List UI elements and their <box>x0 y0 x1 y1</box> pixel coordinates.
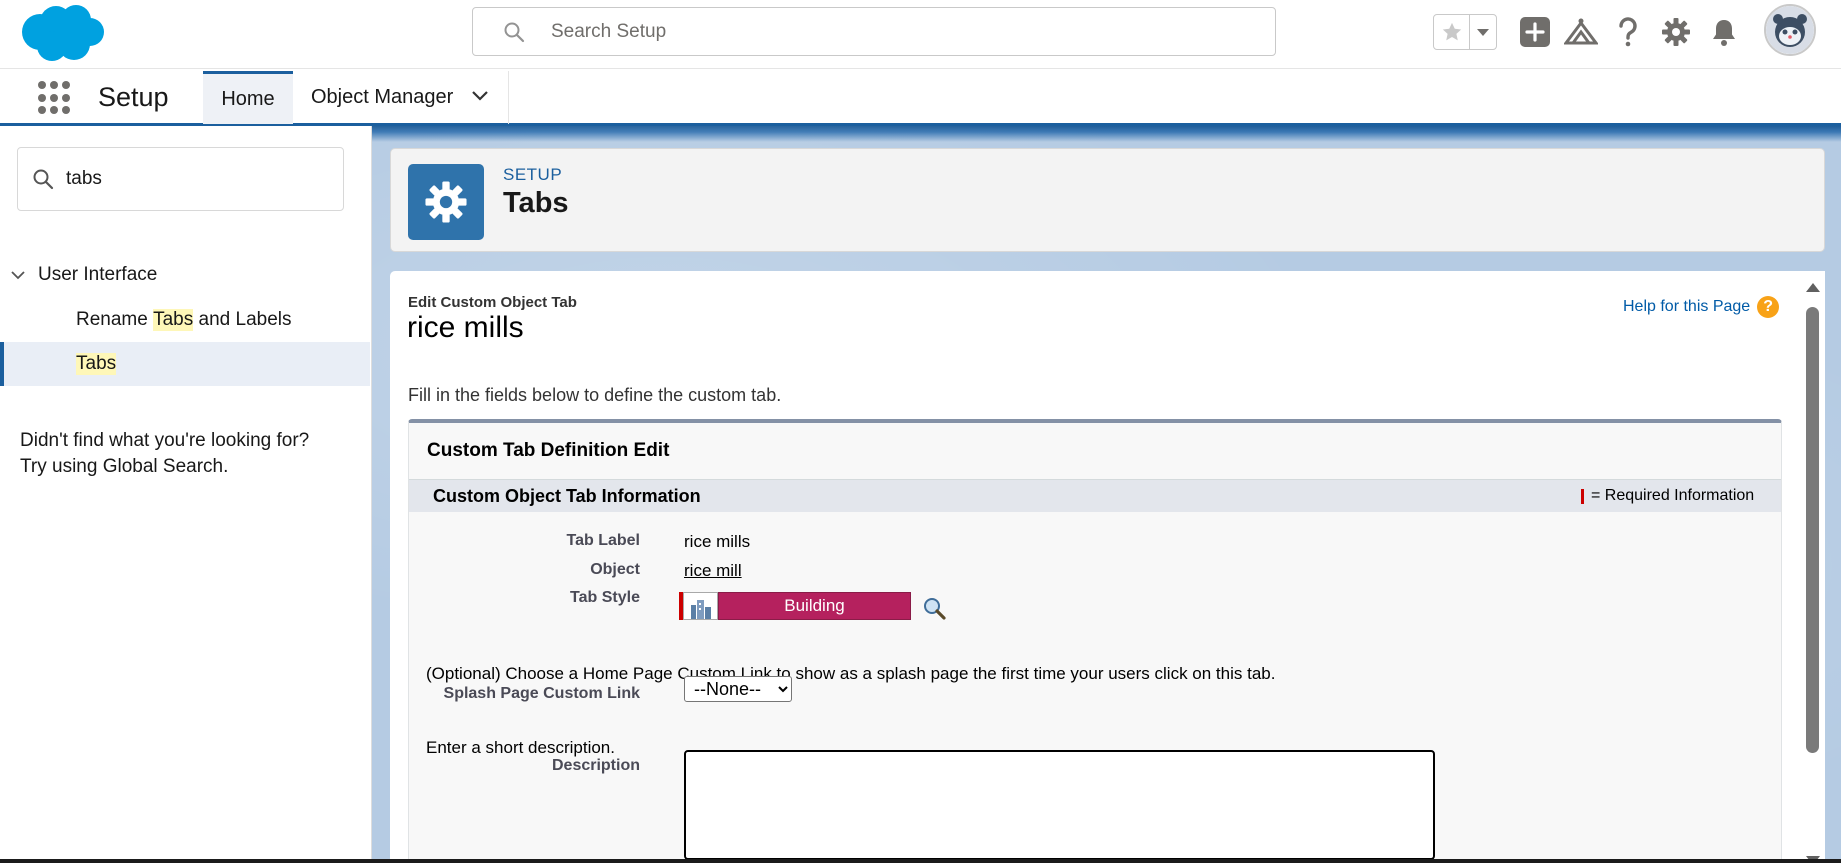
page-title: Tabs <box>503 187 569 219</box>
required-legend: = Required Information <box>1581 487 1754 505</box>
tab-home[interactable]: Home <box>203 71 293 124</box>
help-link-label: Help for this Page <box>1623 298 1751 315</box>
page-header: SETUP Tabs <box>390 148 1825 252</box>
app-launcher-icon[interactable] <box>38 81 72 115</box>
setup-gear-icon[interactable] <box>1658 14 1694 50</box>
custom-tab-definition-edit: Custom Tab Definition Edit Custom Object… <box>408 419 1782 859</box>
building-icon <box>683 592 718 620</box>
content-scrollbar[interactable] <box>1801 271 1825 859</box>
search-icon <box>504 22 525 43</box>
search-icon <box>33 169 54 190</box>
tab-style-name: Building <box>718 592 911 620</box>
question-mark-icon[interactable]: ? <box>1757 296 1780 318</box>
description-textarea[interactable] <box>684 750 1435 859</box>
block-title: Custom Tab Definition Edit <box>427 440 670 461</box>
tab-style-selector[interactable]: Building <box>679 592 911 620</box>
help-icon[interactable] <box>1610 14 1646 50</box>
description-prompt: Enter a short description. <box>426 738 615 757</box>
tab-style-label: Tab Style <box>570 589 640 606</box>
sidebar-item-rename-tabs-and-labels[interactable]: Rename Tabs and Labels <box>0 298 370 342</box>
object-link[interactable]: rice mill <box>684 561 742 581</box>
splash-optional-text: (Optional) Choose a Home Page Custom Lin… <box>426 664 1276 683</box>
app-name: Setup <box>98 82 169 112</box>
lookup-magnifier-icon[interactable] <box>921 596 947 620</box>
user-avatar[interactable] <box>1764 4 1816 56</box>
favorites-group <box>1433 14 1497 50</box>
section-header: Custom Object Tab Information = Required… <box>409 479 1781 512</box>
object-label: Object <box>590 561 640 578</box>
breadcrumb: SETUP <box>503 165 563 184</box>
sidebar-item-label-post: and Labels <box>193 309 292 330</box>
tab-object-manager-label: Object Manager <box>311 86 454 108</box>
sidebar-item-tabs[interactable]: Tabs <box>0 342 370 386</box>
quick-find-box[interactable] <box>17 147 344 211</box>
tree-node-label: User Interface <box>38 264 158 285</box>
quick-find-input[interactable] <box>66 166 326 192</box>
setup-gear-icon <box>408 164 484 240</box>
description-label: Description <box>551 757 640 774</box>
splash-page-select[interactable]: --None-- <box>684 676 792 702</box>
section-title: Custom Object Tab Information <box>433 486 701 506</box>
chevron-down-icon <box>11 271 25 280</box>
chevron-down-icon[interactable] <box>471 87 489 105</box>
help-line-2: Try using Global Search. <box>20 456 229 477</box>
setup-search-input[interactable] <box>551 18 1251 46</box>
global-actions-icon[interactable] <box>1517 14 1553 50</box>
scroll-up-arrow-icon[interactable] <box>1806 283 1820 292</box>
help-for-this-page-link[interactable]: Help for this Page ? <box>1623 296 1780 318</box>
salesforce-logo[interactable] <box>18 2 106 64</box>
tree-node-user-interface[interactable]: User Interface <box>10 264 157 286</box>
search-highlight: Tabs <box>153 309 194 331</box>
screen-bottom-edge <box>0 859 1841 863</box>
required-marker <box>1581 488 1584 504</box>
notifications-bell-icon[interactable] <box>1706 14 1742 50</box>
splash-page-label: Splash Page Custom Link <box>443 685 640 702</box>
required-legend-text: = Required Information <box>1591 487 1755 504</box>
tab-object-manager[interactable]: Object Manager <box>293 71 509 124</box>
favorites-star-icon[interactable] <box>1434 15 1470 49</box>
search-highlight: Tabs <box>76 353 117 375</box>
help-line-1: Didn't find what you're looking for? <box>20 430 310 451</box>
main-content: SETUP Tabs Edit Custom Object Tab rice m… <box>372 126 1841 859</box>
scroll-thumb[interactable] <box>1806 307 1819 753</box>
context-bar: Setup Home Object Manager <box>0 68 1841 126</box>
global-header <box>0 0 1841 68</box>
tab-label-value: rice mills <box>684 532 751 551</box>
sidebar-item-label-pre: Rename <box>76 309 154 330</box>
not-found-help-message: Didn't find what you're looking for? Try… <box>20 428 360 480</box>
tab-label-label: Tab Label <box>566 532 641 549</box>
edit-subtitle: Edit Custom Object Tab <box>408 294 577 311</box>
intro-text: Fill in the fields below to define the c… <box>408 385 782 405</box>
favorites-dropdown-icon[interactable] <box>1470 15 1496 49</box>
content-card: Edit Custom Object Tab rice mills Help f… <box>390 271 1825 859</box>
setup-sidebar: User Interface Rename Tabs and Labels Ta… <box>0 126 372 859</box>
setup-search-box[interactable] <box>472 7 1276 56</box>
record-title: rice mills <box>407 311 524 344</box>
trailhead-icon[interactable] <box>1563 14 1599 50</box>
